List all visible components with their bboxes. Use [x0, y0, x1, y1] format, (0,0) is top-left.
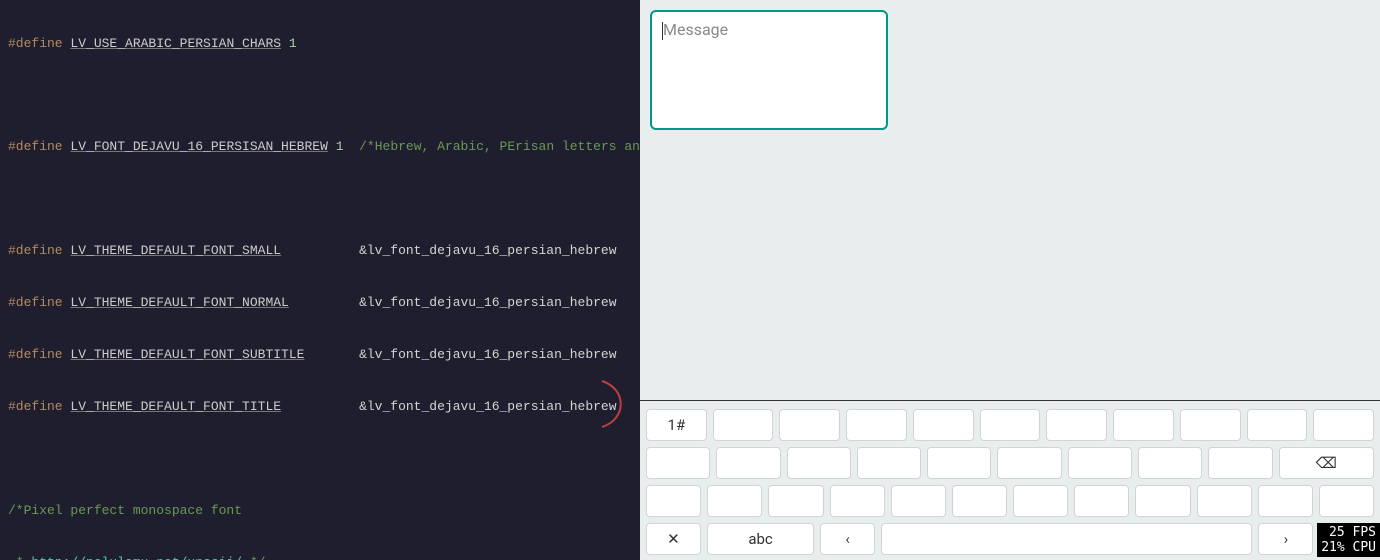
backspace-key[interactable]: ⌫ — [1279, 447, 1374, 479]
key-blank[interactable] — [830, 485, 885, 517]
code-macro: LV_USE_ARABIC_PERSIAN_CHARS — [70, 36, 281, 51]
key-blank[interactable] — [1135, 485, 1190, 517]
key-blank[interactable] — [1046, 409, 1107, 441]
close-icon: ✕ — [667, 530, 680, 548]
left-key[interactable]: ‹ — [820, 523, 875, 555]
abc-key[interactable]: abc — [707, 523, 815, 555]
key-blank[interactable] — [707, 485, 762, 517]
key-blank[interactable] — [768, 485, 823, 517]
message-area: Message — [640, 0, 1380, 400]
key-blank[interactable] — [857, 447, 921, 479]
key-blank[interactable] — [646, 485, 701, 517]
key-blank[interactable] — [713, 409, 774, 441]
key-blank[interactable] — [787, 447, 851, 479]
key-blank[interactable] — [646, 447, 710, 479]
mode-key[interactable]: 1# — [646, 409, 707, 441]
key-blank[interactable] — [1313, 409, 1374, 441]
code-editor[interactable]: #define LV_USE_ARABIC_PERSIAN_CHARS 1 #d… — [0, 0, 640, 560]
backspace-icon: ⌫ — [1316, 454, 1337, 472]
key-blank[interactable] — [891, 485, 946, 517]
key-blank[interactable] — [1074, 485, 1129, 517]
message-input[interactable]: Message — [650, 10, 888, 130]
space-key[interactable] — [881, 523, 1252, 555]
right-key[interactable]: › — [1258, 523, 1313, 555]
key-blank[interactable] — [1013, 485, 1068, 517]
simulator-pane: Message 1# — [640, 0, 1380, 560]
key-blank[interactable] — [997, 447, 1061, 479]
url-link[interactable]: http://pelulamu.net/unscii/ — [31, 555, 242, 560]
fps-badge: 25 FPS 21% CPU — [1317, 523, 1380, 557]
key-blank[interactable] — [846, 409, 907, 441]
key-blank[interactable] — [980, 409, 1041, 441]
fps-value: 25 FPS — [1321, 525, 1376, 540]
virtual-keyboard: 1# ⌫ — [640, 400, 1380, 560]
key-blank[interactable] — [1197, 485, 1252, 517]
key-blank[interactable] — [927, 447, 991, 479]
key-blank[interactable] — [1068, 447, 1132, 479]
key-blank[interactable] — [1258, 485, 1313, 517]
code-keyword: #define — [8, 36, 63, 51]
message-placeholder: Message — [663, 20, 728, 39]
key-blank[interactable] — [1113, 409, 1174, 441]
key-blank[interactable] — [716, 447, 780, 479]
close-keyboard-key[interactable]: ✕ — [646, 523, 701, 555]
key-blank[interactable] — [1138, 447, 1202, 479]
chevron-left-icon: ‹ — [845, 530, 850, 548]
key-blank[interactable] — [913, 409, 974, 441]
chevron-right-icon: › — [1284, 530, 1289, 548]
key-blank[interactable] — [1180, 409, 1241, 441]
key-blank[interactable] — [952, 485, 1007, 517]
cpu-value: 21% CPU — [1321, 540, 1376, 555]
key-blank[interactable] — [779, 409, 840, 441]
key-blank[interactable] — [1208, 447, 1272, 479]
key-blank[interactable] — [1247, 409, 1308, 441]
key-blank[interactable] — [1319, 485, 1374, 517]
